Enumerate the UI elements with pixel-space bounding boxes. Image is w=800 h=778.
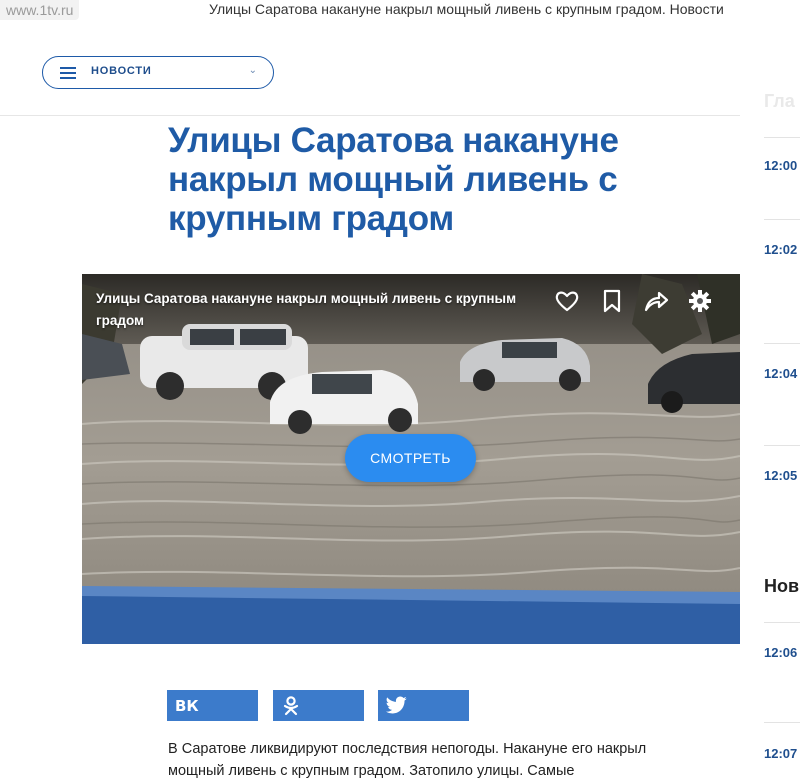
sidebar-divider bbox=[764, 445, 800, 446]
sidebar-heading-news: Нов bbox=[764, 576, 800, 596]
sidebar-time[interactable]: 12:02 bbox=[764, 242, 797, 257]
sidebar-divider bbox=[764, 137, 800, 138]
url-label[interactable]: www.1tv.ru bbox=[0, 0, 80, 20]
bookmark-icon[interactable] bbox=[599, 288, 625, 314]
sidebar-heading-main: Гла bbox=[764, 91, 795, 111]
news-menu-dropdown[interactable]: НОВОСТИ ⌄ bbox=[42, 56, 274, 89]
chevron-down-icon: ⌄ bbox=[248, 65, 257, 76]
header-divider bbox=[0, 115, 740, 116]
share-twitter-button[interactable] bbox=[378, 690, 469, 721]
sidebar-divider bbox=[764, 219, 800, 220]
video-player[interactable]: Улицы Саратова накануне накрыл мощный ли… bbox=[82, 274, 740, 644]
sidebar-divider bbox=[764, 343, 800, 344]
page-tab-title: Улицы Саратова накануне накрыл мощный ли… bbox=[209, 1, 724, 17]
watch-button[interactable]: СМОТРЕТЬ bbox=[345, 434, 476, 482]
share-arrow-icon[interactable] bbox=[643, 288, 669, 314]
vk-icon: ВК bbox=[175, 697, 199, 715]
nav-label: НОВОСТИ bbox=[91, 65, 152, 77]
video-title: Улицы Саратова накануне накрыл мощный ли… bbox=[96, 291, 517, 328]
article-body: В Саратове ликвидируют последствия непог… bbox=[168, 741, 647, 778]
menu-icon bbox=[60, 67, 76, 79]
twitter-icon bbox=[386, 696, 407, 714]
heart-icon[interactable] bbox=[554, 288, 580, 314]
sidebar-divider bbox=[764, 622, 800, 623]
sidebar-divider bbox=[764, 722, 800, 723]
sidebar-time[interactable]: 12:00 bbox=[764, 158, 797, 173]
share-vk-button[interactable]: ВК bbox=[167, 690, 258, 721]
gear-icon[interactable] bbox=[687, 288, 713, 314]
sidebar-time[interactable]: 12:06 bbox=[764, 645, 797, 660]
share-ok-button[interactable] bbox=[273, 690, 364, 721]
article-headline: Улицы Саратова накануне накрыл мощный ли… bbox=[168, 121, 619, 238]
svg-text:ВК: ВК bbox=[175, 697, 199, 715]
sidebar-time[interactable]: 12:04 bbox=[764, 366, 797, 381]
browser-top-bar: www.1tv.ru Улицы Саратова накануне накры… bbox=[0, 0, 800, 22]
sidebar-time[interactable]: 12:07 bbox=[764, 746, 797, 761]
sidebar-time[interactable]: 12:05 bbox=[764, 468, 797, 483]
odnoklassniki-icon bbox=[283, 696, 299, 716]
